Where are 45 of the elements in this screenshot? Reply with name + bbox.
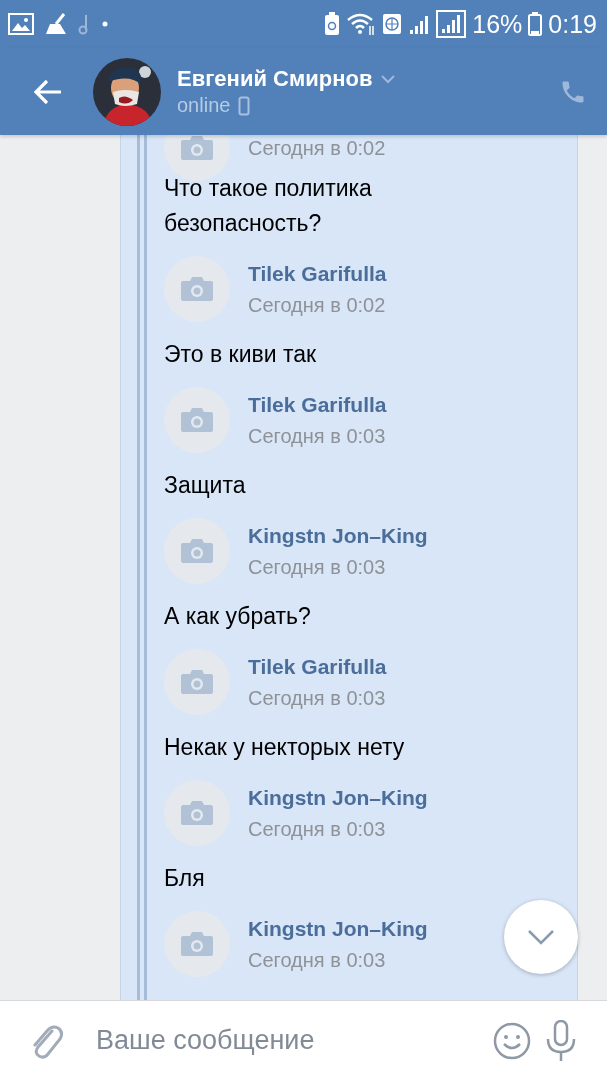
message-text: Защита — [164, 471, 247, 500]
camera-icon — [180, 800, 214, 826]
battery-icon — [528, 12, 543, 36]
message-time: Сегодня в 0:03 — [248, 555, 387, 579]
message-text: Некак у некторых нету — [164, 733, 406, 762]
sender-name[interactable]: Kingstn Jon–King — [248, 523, 428, 548]
sender-name[interactable]: Tilek Garifulla — [248, 654, 387, 679]
camera-icon — [180, 931, 214, 957]
message-time: Сегодня в 0:03 — [248, 424, 387, 448]
clock-time: 0:19 — [548, 9, 597, 39]
message-input-field[interactable]: Ваше сообщение — [78, 1025, 479, 1056]
sender-name[interactable]: Tilek Garifulla — [248, 392, 387, 417]
camera-icon — [180, 276, 214, 302]
online-status: online — [177, 94, 231, 117]
message-text: А как убрать? — [164, 602, 312, 631]
back-arrow-icon[interactable] — [33, 78, 63, 105]
signal-icon — [436, 10, 467, 38]
message-time: Сегодня в 0:02 — [248, 136, 386, 160]
message-time: Сегодня в 0:02 — [248, 293, 387, 317]
sender-name[interactable]: Tilek Garifulla — [248, 261, 387, 286]
globe-icon — [382, 12, 403, 36]
chevron-down-icon[interactable] — [380, 74, 397, 84]
dot-icon — [102, 21, 108, 27]
emoji-icon[interactable] — [493, 1021, 531, 1060]
camera-icon — [180, 538, 214, 564]
camera-icon — [180, 669, 214, 695]
broom-icon — [44, 13, 68, 35]
message-time: Сегодня в 0:03 — [248, 817, 387, 841]
message-time: Сегодня в 0:03 — [248, 686, 387, 710]
message-text: Бля — [164, 864, 206, 893]
message-text: Это в киви так — [164, 340, 318, 369]
contact-name[interactable]: Евгений Смирнов — [177, 66, 373, 92]
message-composer[interactable]: Ваше сообщение — [0, 1000, 607, 1080]
chevron-down-icon — [526, 928, 556, 946]
microphone-icon[interactable] — [545, 1019, 577, 1062]
message-time: Сегодня в 0:03 — [248, 948, 387, 972]
phone-device-icon — [238, 95, 251, 116]
wifi-icon — [346, 12, 377, 36]
image-icon — [8, 13, 34, 35]
battery-saver-icon — [324, 12, 341, 36]
battery-percentage: 16% — [472, 9, 523, 39]
sender-name[interactable]: Kingstn Jon–King — [248, 916, 428, 941]
sender-name[interactable]: Kingstn Jon–King — [248, 785, 428, 810]
camera-icon — [180, 407, 214, 433]
message-text: Что такое политика безопасность? — [164, 174, 373, 238]
